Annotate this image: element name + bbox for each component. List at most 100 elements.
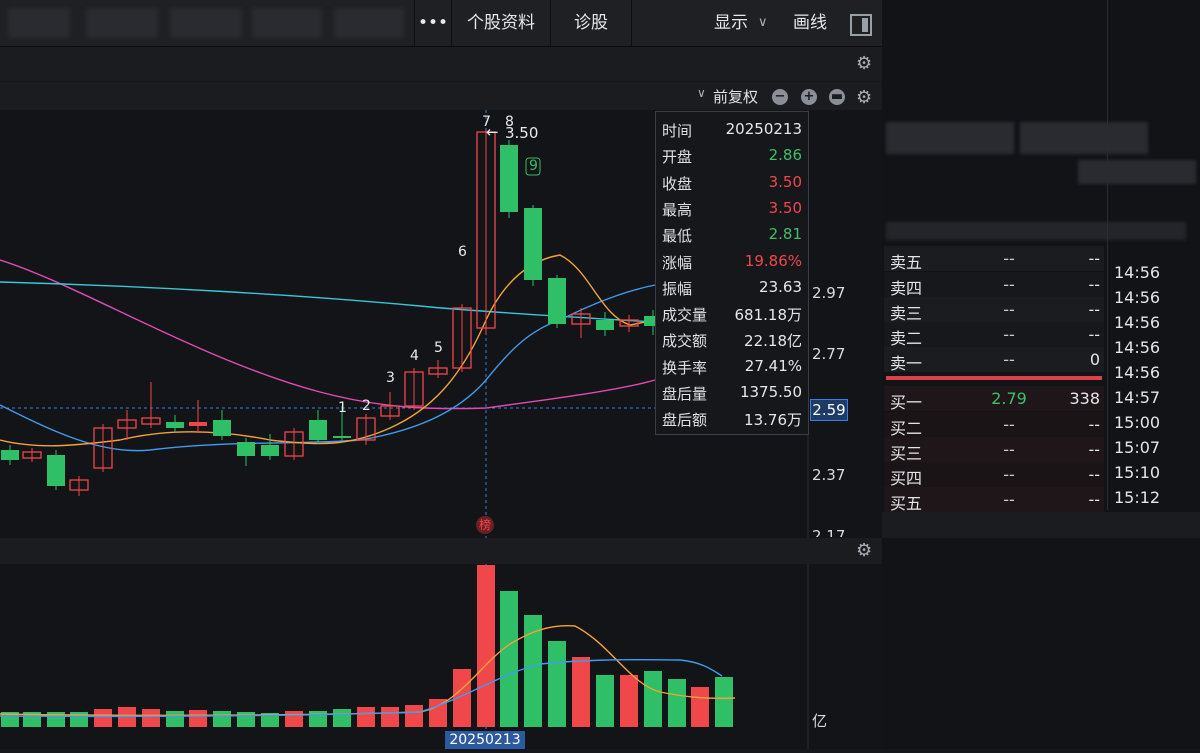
trade-time: 15:00 xyxy=(1114,413,1161,432)
layout-toggle-icon[interactable] xyxy=(850,14,872,36)
blurred-tab[interactable] xyxy=(334,8,404,38)
panel-divider xyxy=(1107,0,1108,510)
blurred-tab[interactable] xyxy=(252,8,322,38)
zoom-in-icon[interactable]: + xyxy=(801,89,817,105)
blurred-tab[interactable] xyxy=(1020,122,1148,154)
order-volume: -- xyxy=(1088,440,1100,459)
tooltip-value: 1375.50 xyxy=(739,383,802,401)
order-price: -- xyxy=(1003,465,1015,484)
order-book-row[interactable]: 卖一 -- 0 xyxy=(884,347,1104,373)
volume-bar xyxy=(596,675,614,727)
volume-chart[interactable] xyxy=(0,564,882,749)
volume-bar xyxy=(166,711,184,727)
trade-time: 14:56 xyxy=(1114,313,1161,332)
tooltip-row: 开盘 2.86 xyxy=(662,142,804,168)
chevron-down-icon[interactable]: ∨ xyxy=(697,86,706,100)
tooltip-key: 换手率 xyxy=(662,358,708,377)
sequence-marker: 9 xyxy=(529,158,538,174)
tooltip-row: 最高 3.50 xyxy=(662,195,804,221)
tooltip-value: 20250213 xyxy=(725,120,802,138)
volume-bar xyxy=(309,711,327,727)
rank-badge[interactable]: 榜 xyxy=(476,516,494,534)
gear-icon[interactable]: ⚙ xyxy=(856,53,872,74)
sequence-marker: 1 xyxy=(338,400,347,416)
volume-bar xyxy=(189,710,207,727)
tooltip-key: 最低 xyxy=(662,227,693,246)
tooltip-key: 收盘 xyxy=(662,174,693,193)
order-book-row[interactable]: 卖三 -- -- xyxy=(884,297,1104,323)
order-level-label: 卖四 xyxy=(890,279,923,298)
trade-time: 14:56 xyxy=(1114,288,1161,307)
candle-body xyxy=(596,320,614,330)
peak-arrow-icon: ← xyxy=(486,123,499,141)
gear-icon[interactable]: ⚙ xyxy=(856,87,872,108)
order-book-row[interactable]: 买五 -- -- xyxy=(884,487,1104,513)
tooltip-key: 时间 xyxy=(662,122,693,140)
tooltip-row: 涨幅 19.86% xyxy=(662,248,804,274)
blurred-tab[interactable] xyxy=(886,122,1014,154)
order-price: -- xyxy=(1003,325,1015,344)
blurred-tab[interactable] xyxy=(8,8,70,38)
candle-body xyxy=(309,420,327,440)
order-volume: -- xyxy=(1088,415,1100,434)
collapse-icon[interactable]: ▬ xyxy=(829,89,845,105)
volume-bar xyxy=(357,707,375,727)
tooltip-key: 盘后量 xyxy=(662,385,708,403)
order-book-row[interactable]: 卖五 -- -- xyxy=(884,246,1104,272)
candle-body xyxy=(548,278,566,324)
display-dropdown[interactable]: 显示 ∨ xyxy=(631,0,780,46)
volume-bar xyxy=(405,705,423,727)
candle-body xyxy=(500,145,518,212)
order-book-row[interactable]: 买二 -- -- xyxy=(884,412,1104,438)
volume-bar xyxy=(548,641,566,727)
adjust-mode-label[interactable]: 前复权 xyxy=(713,86,758,107)
volume-svg xyxy=(0,564,809,749)
zoom-out-icon[interactable]: − xyxy=(772,89,788,105)
volume-bar xyxy=(70,712,88,727)
order-level-label: 买三 xyxy=(890,444,923,463)
chevron-down-icon: ∨ xyxy=(758,15,768,30)
tooltip-value: 2.86 xyxy=(768,146,802,165)
kline-header-bar: ∨ 前复权 xyxy=(0,82,882,110)
tooltip-key: 成交额 xyxy=(662,332,708,351)
tooltip-row: 换手率 27.41% xyxy=(662,353,804,379)
candle-body xyxy=(524,208,542,280)
peak-price-label: 3.50 xyxy=(505,124,539,142)
order-book-row[interactable]: 买三 -- -- xyxy=(884,437,1104,463)
volume-bar xyxy=(500,591,518,727)
order-book-row[interactable]: 买一 2.79 338 xyxy=(884,386,1104,412)
volume-bar xyxy=(237,712,255,727)
tooltip-value: 13.76万 xyxy=(744,411,802,430)
order-volume: 0 xyxy=(1089,350,1100,369)
current-price-tag: 2.59 xyxy=(810,399,848,421)
trade-time: 14:57 xyxy=(1114,388,1161,407)
diagnose-button[interactable]: 诊股 xyxy=(550,0,631,46)
order-book-row[interactable]: 买四 -- -- xyxy=(884,462,1104,488)
stock-profile-button[interactable]: 个股资料 xyxy=(451,0,550,46)
order-level-label: 买一 xyxy=(890,393,923,412)
blurred-tab[interactable] xyxy=(1078,160,1196,184)
order-level-label: 买二 xyxy=(890,419,923,438)
draw-line-button[interactable]: 画线 xyxy=(780,0,840,46)
order-book-row[interactable]: 卖四 -- -- xyxy=(884,272,1104,298)
order-book-row[interactable]: 卖二 -- -- xyxy=(884,322,1104,348)
order-level-label: 卖五 xyxy=(890,253,923,272)
volume-bar xyxy=(644,671,662,727)
trade-time: 14:56 xyxy=(1114,338,1161,357)
top-toolbar: ••• 个股资料 诊股 显示 ∨ 画线 xyxy=(0,0,882,47)
trade-time: 15:12 xyxy=(1114,488,1161,507)
blurred-tab[interactable] xyxy=(86,8,158,38)
more-button[interactable]: ••• xyxy=(414,0,451,46)
price-tick: 2.17 xyxy=(812,527,846,537)
volume-bar xyxy=(691,687,709,727)
order-volume: -- xyxy=(1088,275,1100,294)
order-volume: 338 xyxy=(1069,389,1100,408)
volume-bar xyxy=(94,709,112,727)
gear-icon[interactable]: ⚙ xyxy=(856,540,872,561)
blurred-tab[interactable] xyxy=(170,8,242,38)
tooltip-value: 3.50 xyxy=(768,172,802,191)
order-volume: -- xyxy=(1088,249,1100,268)
price-tick: 2.77 xyxy=(812,345,846,363)
tooltip-row: 盘后量 1375.50 xyxy=(662,379,804,405)
tooltip-value: 23.63 xyxy=(759,277,802,296)
